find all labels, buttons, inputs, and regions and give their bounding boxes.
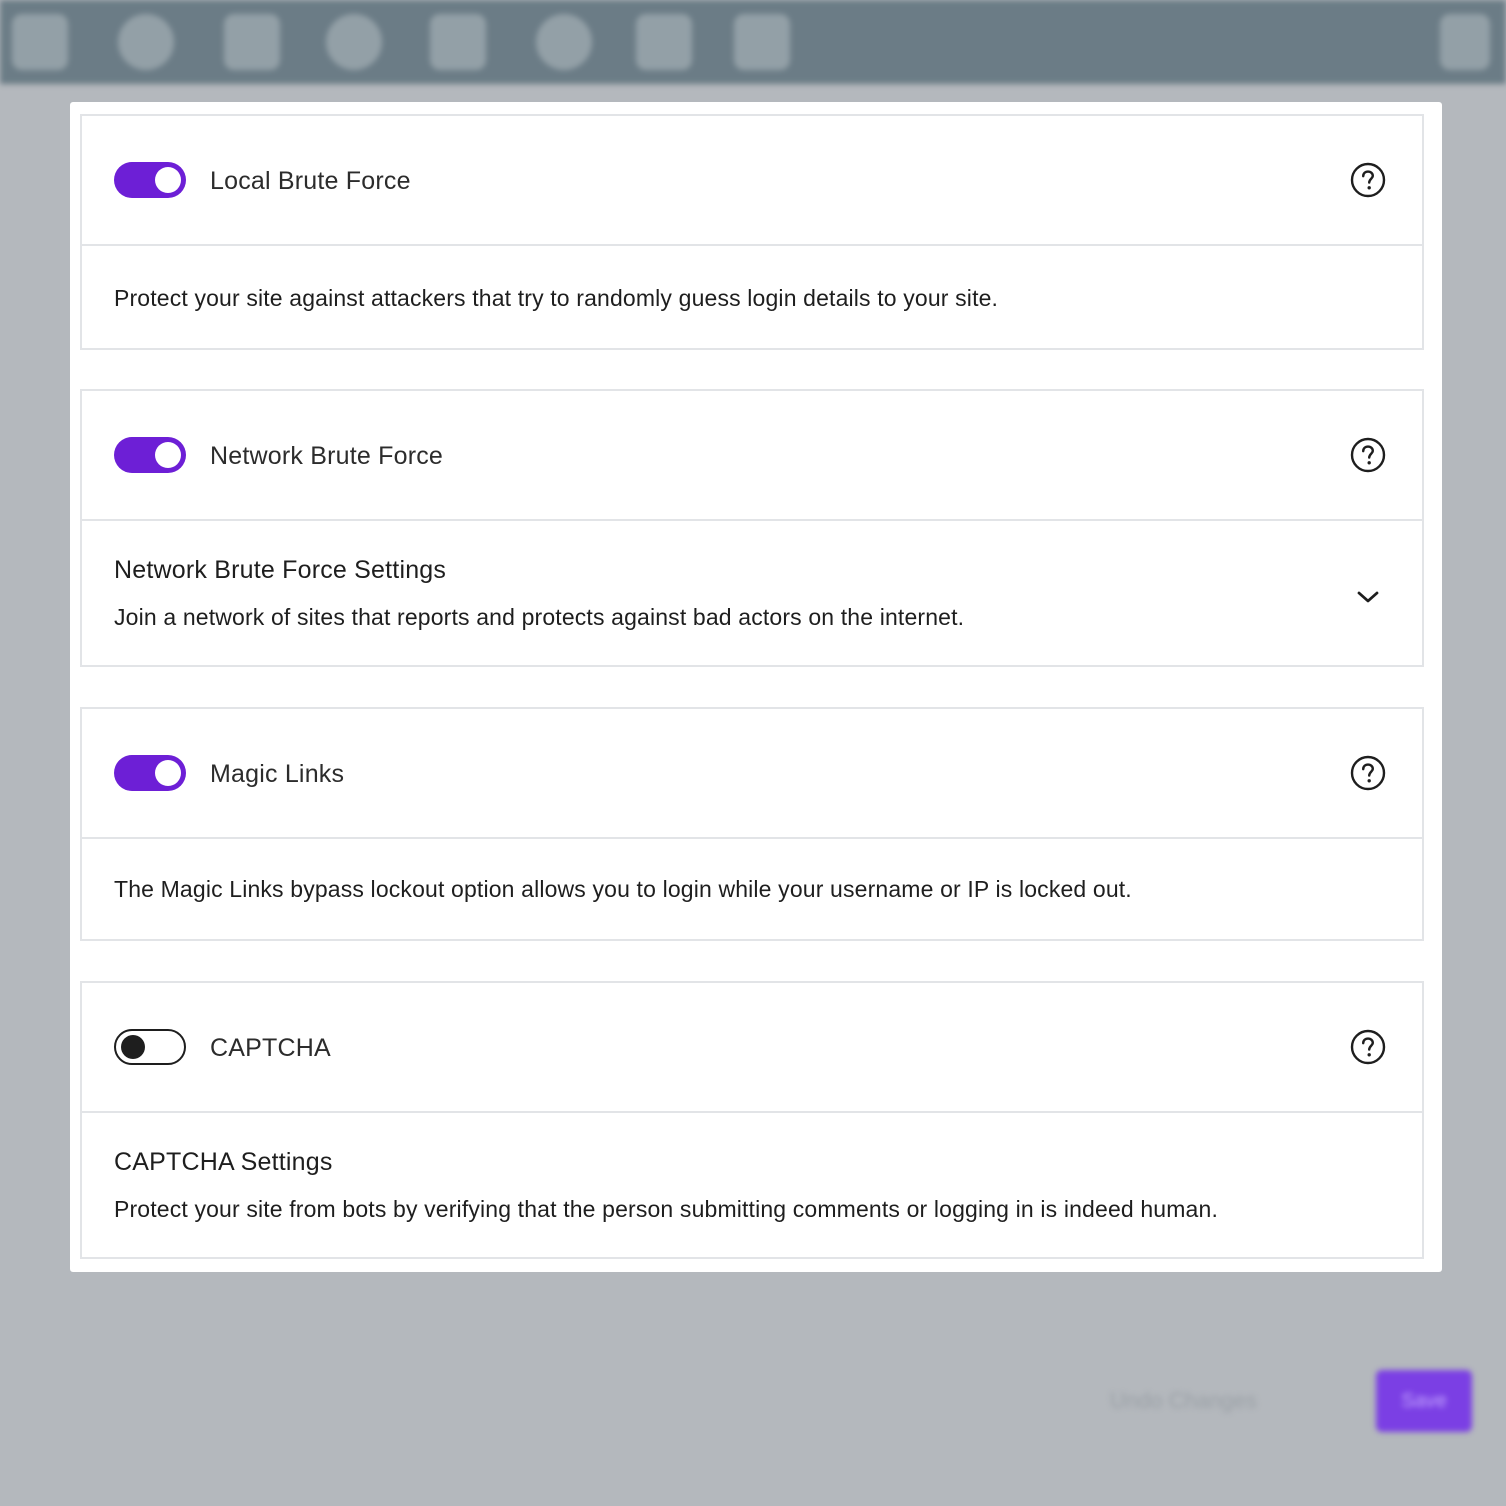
captcha-settings: CAPTCHA Settings Protect your site from …	[82, 1113, 1422, 1225]
home-icon[interactable]	[224, 14, 280, 70]
magic-links-card: Magic Links The Magic Links bypass locko…	[80, 707, 1424, 941]
magic-links-toggle[interactable]	[114, 755, 186, 791]
toggle-knob	[155, 442, 181, 468]
settings-icon[interactable]	[326, 14, 382, 70]
help-icon[interactable]	[1350, 755, 1386, 791]
chevron-down-icon[interactable]	[1354, 583, 1382, 611]
card-title: CAPTCHA	[210, 1034, 331, 1062]
card-description: Join a network of sites that reports and…	[114, 604, 965, 630]
globe-icon[interactable]	[118, 14, 174, 70]
settings-title: CAPTCHA Settings	[114, 1148, 333, 1176]
save-button[interactable]: Save	[1376, 1370, 1472, 1432]
card-header: Magic Links	[82, 709, 1422, 839]
card-description: The Magic Links bypass lockout option al…	[114, 876, 1132, 902]
undo-changes-link[interactable]: Undo Changes	[1110, 1388, 1310, 1418]
card-title: Magic Links	[210, 760, 345, 788]
help-icon[interactable]	[1350, 437, 1386, 473]
user-icon[interactable]	[1440, 14, 1490, 70]
add-icon[interactable]	[536, 14, 592, 70]
shield-icon[interactable]	[430, 14, 486, 70]
card-header: Local Brute Force	[82, 116, 1422, 246]
badge-icon[interactable]	[734, 14, 790, 70]
help-icon[interactable]	[1350, 1029, 1386, 1065]
network-brute-force-card: Network Brute Force Network Brute Force …	[80, 389, 1424, 667]
toggle-knob	[121, 1035, 145, 1059]
settings-title: Network Brute Force Settings	[114, 556, 447, 584]
local-brute-force-toggle[interactable]	[114, 162, 186, 198]
network-brute-force-toggle[interactable]	[114, 437, 186, 473]
login-security-modal: Local Brute Force Protect your site agai…	[70, 102, 1442, 1272]
toggle-knob	[155, 167, 181, 193]
card-description: Protect your site from bots by verifying…	[114, 1196, 1218, 1222]
card-title: Network Brute Force	[210, 442, 444, 470]
card-header: CAPTCHA	[82, 983, 1422, 1113]
card-header: Network Brute Force	[82, 391, 1422, 521]
card-description: Protect your site against attackers that…	[114, 285, 999, 311]
admin-toolbar	[0, 0, 1506, 84]
captcha-card: CAPTCHA CAPTCHA Settings Protect your si…	[80, 981, 1424, 1259]
local-brute-force-card: Local Brute Force Protect your site agai…	[80, 114, 1424, 350]
card-body: Protect your site against attackers that…	[82, 246, 1422, 314]
captcha-toggle[interactable]	[114, 1029, 186, 1065]
card-title: Local Brute Force	[210, 167, 411, 195]
toggle-knob	[155, 760, 181, 786]
help-icon[interactable]	[1350, 162, 1386, 198]
copy-icon[interactable]	[636, 14, 692, 70]
card-body: The Magic Links bypass lockout option al…	[82, 839, 1422, 905]
menu-icon[interactable]	[12, 14, 68, 70]
network-settings-accordion[interactable]: Network Brute Force Settings Join a netw…	[82, 521, 1422, 667]
